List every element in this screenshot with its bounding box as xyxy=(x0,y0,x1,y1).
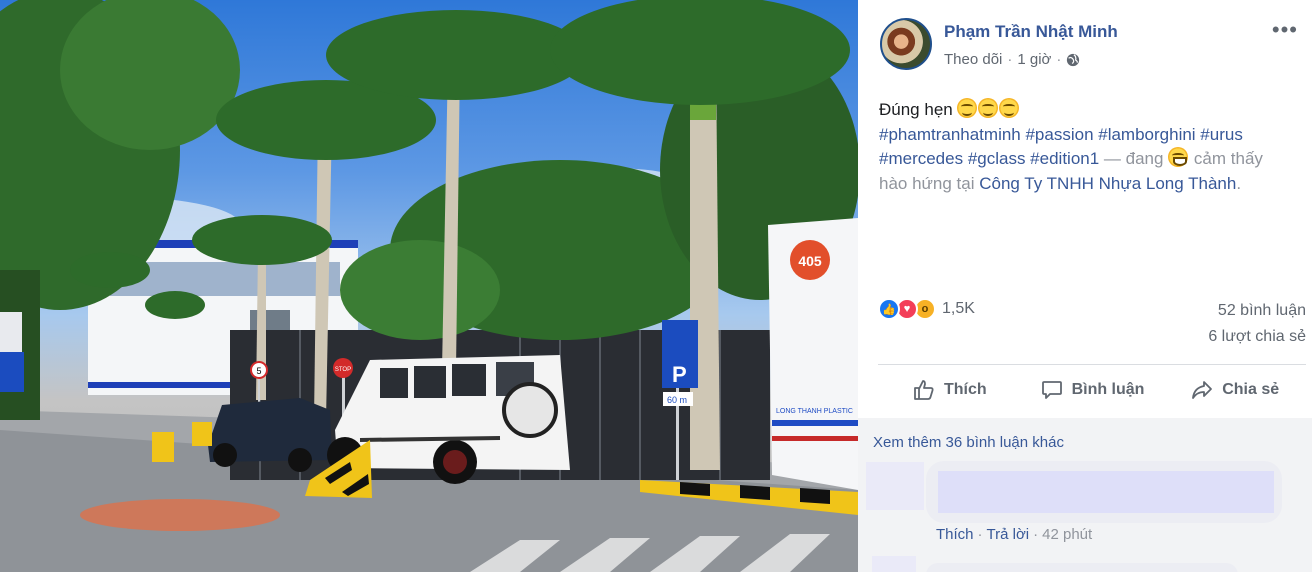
divider xyxy=(878,364,1306,365)
comment-time[interactable]: 42 phút xyxy=(1042,526,1092,543)
speed-sign: 5 xyxy=(256,366,261,376)
follow-link[interactable]: Theo dõi xyxy=(944,51,1002,68)
thumbs-up-icon xyxy=(914,380,934,400)
photo-scene: 405 LONG THANH PLASTIC P 60 m STOP 5 xyxy=(0,0,858,572)
comment-bubble xyxy=(926,461,1282,523)
reactions-summary[interactable]: 👍 ♥ o 1,5K xyxy=(878,298,975,320)
post-text-line-1: Đúng hẹn xyxy=(879,98,1299,123)
post-text-line-2: #phamtranhatminh #passion #lamborghini #… xyxy=(879,123,1299,148)
post-meta: Theo dõi · 1 giờ · xyxy=(944,51,1080,68)
hashtags-2[interactable]: #mercedes #gclass #edition1 xyxy=(879,149,1099,168)
feeling-text-2: hào hứng tại xyxy=(879,173,975,193)
comment-label: Bình luận xyxy=(1071,381,1145,398)
hashtags-1[interactable]: #phamtranhatminh #passion #lamborghini #… xyxy=(879,125,1243,144)
wall-brand: LONG THANH PLASTIC xyxy=(776,408,853,415)
share-button[interactable]: Chia sẻ xyxy=(1163,366,1306,414)
shares-count[interactable]: 6 lượt chia sẻ xyxy=(1208,328,1306,346)
distance-sign: 60 m xyxy=(667,395,687,405)
comment-button[interactable]: Bình luận xyxy=(1021,366,1164,414)
comment-actions: Thích · Trả lời · 42 phút xyxy=(936,526,1092,543)
comment-reply-link[interactable]: Trả lời xyxy=(987,526,1030,543)
post-stats: 👍 ♥ o 1,5K 52 bình luận 6 lượt chia sẻ xyxy=(878,296,1306,356)
meta-separator-2: · xyxy=(1056,51,1062,68)
meta-separator: · xyxy=(1007,51,1013,68)
smiling-face-icon xyxy=(957,98,978,118)
like-button[interactable]: Thích xyxy=(878,366,1021,414)
share-icon xyxy=(1192,381,1213,399)
period: . xyxy=(1236,173,1242,193)
feeling-prefix: — đang xyxy=(1099,149,1164,168)
reaction-count[interactable]: 1,5K xyxy=(942,300,975,318)
post-text-line-3: #mercedes #gclass #edition1 — đang cảm t… xyxy=(879,147,1299,172)
view-more-comments-link[interactable]: Xem thêm 36 bình luận khác xyxy=(873,434,1064,451)
redacted-comment xyxy=(938,471,1274,513)
comments-section: Xem thêm 36 bình luận khác Thích · Trả l… xyxy=(858,418,1312,572)
comment-like-link[interactable]: Thích xyxy=(936,526,974,543)
post-panel: Phạm Trần Nhật Minh Theo dõi · 1 giờ · •… xyxy=(858,0,1312,572)
author-name[interactable]: Phạm Trần Nhật Minh xyxy=(944,22,1118,42)
place-link[interactable]: Công Ty TNHH Nhựa Long Thành xyxy=(979,174,1236,193)
like-reaction-icon: 👍 xyxy=(878,298,900,320)
comment-icon xyxy=(1041,381,1062,399)
stop-sign: STOP xyxy=(335,367,351,373)
comments-count[interactable]: 52 bình luận xyxy=(1218,302,1306,320)
smiling-face-icon xyxy=(978,98,999,118)
post-header: Phạm Trần Nhật Minh Theo dõi · 1 giờ · •… xyxy=(878,18,1298,74)
comment-sep-2: · xyxy=(1033,526,1039,543)
post-photo[interactable]: 405 LONG THANH PLASTIC P 60 m STOP 5 xyxy=(0,0,858,572)
commenter-avatar-2[interactable] xyxy=(872,556,916,572)
parking-letter: P xyxy=(672,362,687,387)
post-text-line-4: hào hứng tại Công Ty TNHH Nhựa Long Thàn… xyxy=(879,172,1299,197)
author-avatar[interactable] xyxy=(880,18,932,70)
globe-icon[interactable] xyxy=(1066,53,1080,67)
more-options-icon[interactable]: ••• xyxy=(1272,19,1298,41)
post-greeting: Đúng hẹn xyxy=(879,100,953,119)
comment-sep: · xyxy=(977,526,983,543)
commenter-avatar[interactable] xyxy=(866,462,924,510)
post-time[interactable]: 1 giờ xyxy=(1017,51,1051,68)
like-label: Thích xyxy=(944,381,987,398)
smiling-face-icon xyxy=(999,98,1020,118)
post-text: Đúng hẹn #phamtranhatminh #passion #lamb… xyxy=(879,98,1299,196)
comment-bubble-2 xyxy=(926,563,1238,572)
feeling-text: cảm thấy xyxy=(1193,149,1263,168)
sign-number: 405 xyxy=(798,253,822,269)
grinning-face-icon xyxy=(1168,147,1189,167)
share-label: Chia sẻ xyxy=(1222,381,1280,398)
post-actions: Thích Bình luận Chia sẻ xyxy=(878,366,1306,414)
